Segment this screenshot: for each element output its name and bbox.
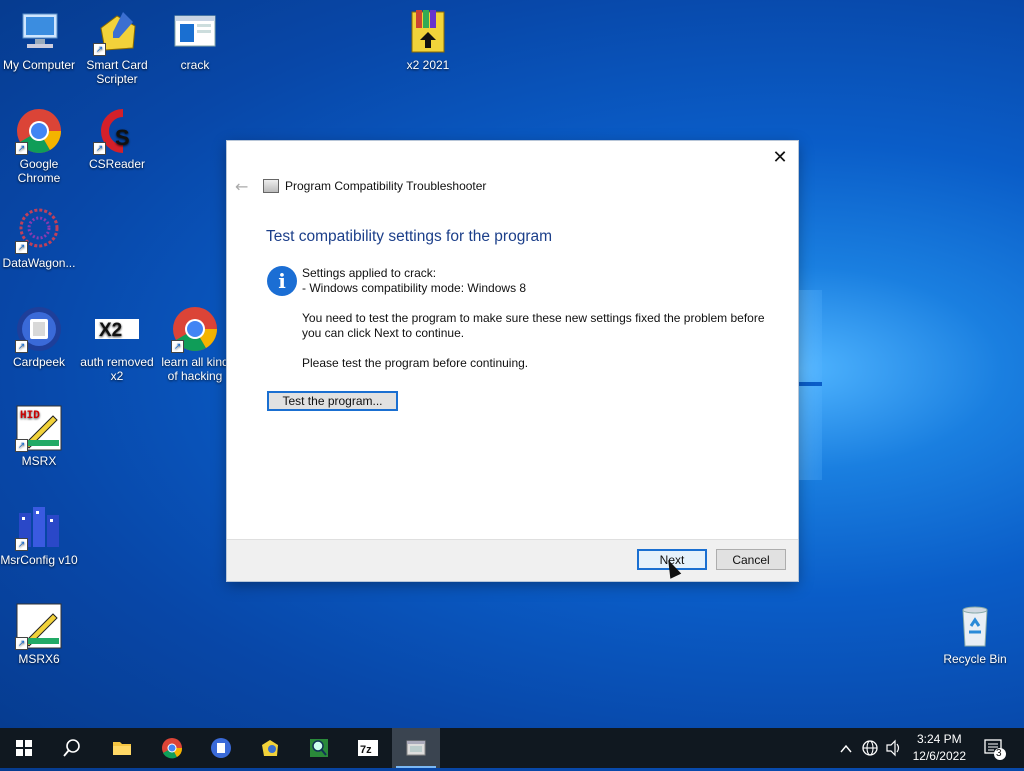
notification-count: 3 bbox=[996, 748, 1002, 759]
chrome-icon bbox=[162, 738, 183, 759]
application-window-icon bbox=[171, 8, 219, 56]
test-program-button[interactable]: Test the program... bbox=[267, 391, 398, 411]
shortcut-arrow-icon: ↗ bbox=[15, 538, 28, 551]
svg-text:S: S bbox=[115, 125, 130, 150]
taskbar-7zip[interactable]: 7z bbox=[344, 728, 392, 768]
cardpeek-icon bbox=[211, 738, 231, 758]
desktop-icon-learn-hacking[interactable]: ↗ learn all kind of hacking bbox=[155, 305, 235, 383]
desktop-icon-label: learn all kind of hacking bbox=[161, 355, 229, 383]
datawagon-icon: ↗ bbox=[15, 206, 63, 254]
taskbar-cardpeek[interactable] bbox=[197, 728, 245, 768]
shortcut-arrow-icon: ↗ bbox=[93, 142, 106, 155]
desktop-icon-recycle-bin[interactable]: Recycle Bin bbox=[935, 602, 1015, 666]
desktop-icon-msrx[interactable]: HID ↗ MSRX bbox=[0, 404, 79, 468]
desktop-icon-msrx6[interactable]: ↗ MSRX6 bbox=[0, 602, 79, 666]
desktop-icon-label: CSReader bbox=[88, 157, 146, 171]
dialog-title: Program Compatibility Troubleshooter bbox=[285, 179, 487, 193]
taskbar-clock[interactable]: 3:24 PM 12/6/2022 bbox=[913, 731, 966, 765]
msrconfig-icon: ↗ bbox=[15, 503, 63, 551]
cancel-button[interactable]: Cancel bbox=[716, 549, 786, 570]
desktop-icon-label: Cardpeek bbox=[12, 355, 66, 369]
desktop-icon-google-chrome[interactable]: ↗ Google Chrome bbox=[0, 107, 79, 185]
shortcut-arrow-icon: ↗ bbox=[15, 439, 28, 452]
desktop-icon-my-computer[interactable]: My Computer bbox=[0, 8, 79, 72]
windows-logo-icon bbox=[16, 740, 32, 756]
desktop-icon-datawagon[interactable]: ↗ DataWagon... bbox=[0, 206, 79, 270]
network-globe-icon[interactable] bbox=[861, 728, 879, 768]
desktop-icon-msrconfig[interactable]: ↗ MsrConfig v10 bbox=[0, 503, 79, 567]
desktop-icon-label: Google Chrome bbox=[17, 157, 61, 185]
desktop-icon-label: DataWagon... bbox=[2, 256, 76, 270]
shortcut-arrow-icon: ↗ bbox=[15, 340, 28, 353]
chrome-icon: ↗ bbox=[15, 107, 63, 155]
desktop-icon-auth-removed-x2[interactable]: X2 auth removed x2 bbox=[77, 305, 157, 383]
troubleshooter-dialog: ✕ ← Program Compatibility Troubleshooter… bbox=[227, 141, 798, 581]
winrar-archive-icon bbox=[404, 8, 452, 56]
dialog-footer: Next Cancel bbox=[227, 539, 798, 581]
svg-text:HID: HID bbox=[20, 410, 40, 422]
smart-card-scripter-icon bbox=[262, 740, 278, 756]
taskbar-search-tool[interactable] bbox=[295, 728, 343, 768]
desktop-icon-smart-card-scripter[interactable]: ↗ Smart Card Scripter bbox=[77, 8, 157, 86]
folder-icon bbox=[113, 742, 131, 755]
info-icon: i bbox=[267, 266, 297, 296]
desktop-icon-label: MSRX bbox=[21, 454, 57, 468]
tray-overflow-icon[interactable] bbox=[838, 728, 854, 768]
smart-card-scripter-icon: ↗ bbox=[93, 8, 141, 56]
desktop-icon-label: auth removed x2 bbox=[80, 355, 154, 383]
compat-mode-text: - Windows compatibility mode: Windows 8 bbox=[302, 281, 527, 295]
7zip-icon: 7z bbox=[358, 740, 378, 756]
magnifier-app-icon bbox=[310, 739, 328, 757]
clock-time: 3:24 PM bbox=[916, 732, 962, 746]
csreader-icon: S ↗ bbox=[93, 107, 141, 155]
taskbar: 7z 3:24 PM 12/6/2022 3 bbox=[0, 728, 1024, 768]
notification-center-icon[interactable]: 3 bbox=[982, 728, 1012, 768]
back-arrow-icon[interactable]: ← bbox=[235, 177, 248, 196]
shortcut-arrow-icon: ↗ bbox=[15, 637, 28, 650]
search-button[interactable] bbox=[48, 728, 96, 768]
desktop-icon-csreader[interactable]: S ↗ CSReader bbox=[77, 107, 157, 171]
shortcut-arrow-icon: ↗ bbox=[15, 142, 28, 155]
msrx6-icon: ↗ bbox=[15, 602, 63, 650]
desktop-icon-label: x2 2021 bbox=[406, 58, 450, 72]
cardpeek-icon: ↗ bbox=[15, 305, 63, 353]
search-icon bbox=[63, 739, 80, 757]
desktop-icon-label: Smart Card Scripter bbox=[86, 58, 148, 86]
shortcut-arrow-icon: ↗ bbox=[93, 43, 106, 56]
shortcut-arrow-icon: ↗ bbox=[15, 241, 28, 254]
desktop-icon-cardpeek[interactable]: ↗ Cardpeek bbox=[0, 305, 79, 369]
taskbar-smart-card-scripter[interactable] bbox=[246, 728, 294, 768]
taskbar-file-explorer[interactable] bbox=[98, 728, 146, 768]
computer-icon bbox=[15, 8, 63, 56]
start-button[interactable] bbox=[0, 728, 48, 768]
msrx-icon: HID ↗ bbox=[15, 404, 63, 452]
recycle-bin-icon bbox=[951, 602, 999, 650]
desktop-icon-label: crack bbox=[180, 58, 210, 72]
desktop-icon-label: MsrConfig v10 bbox=[0, 553, 78, 567]
clock-date: 12/6/2022 bbox=[912, 749, 966, 763]
volume-icon[interactable] bbox=[885, 728, 903, 768]
desktop-icon-x2-2021[interactable]: x2 2021 bbox=[388, 8, 468, 72]
desktop-icon-label: My Computer bbox=[2, 58, 76, 72]
desktop-icon-crack[interactable]: crack bbox=[155, 8, 235, 72]
close-icon[interactable]: ✕ bbox=[768, 147, 792, 169]
troubleshooter-icon bbox=[263, 179, 279, 193]
taskbar-troubleshooter[interactable] bbox=[392, 728, 440, 768]
desktop-icon-label: Recycle Bin bbox=[943, 652, 1007, 666]
7zip-label: 7z bbox=[360, 744, 372, 756]
troubleshooter-icon bbox=[406, 740, 426, 756]
settings-applied-text: Settings applied to crack: bbox=[302, 266, 437, 280]
taskbar-chrome[interactable] bbox=[148, 728, 196, 768]
instruction-text: You need to test the program to make sur… bbox=[302, 311, 765, 340]
shortcut-arrow-icon: ↗ bbox=[171, 340, 184, 353]
please-test-text: Please test the program before continuin… bbox=[302, 356, 529, 370]
chrome-icon: ↗ bbox=[171, 305, 219, 353]
page-heading: Test compatibility settings for the prog… bbox=[266, 228, 553, 245]
svg-text:X2: X2 bbox=[99, 320, 122, 341]
desktop-icon-label: MSRX6 bbox=[18, 652, 60, 666]
x2-logo-icon: X2 bbox=[93, 305, 141, 353]
